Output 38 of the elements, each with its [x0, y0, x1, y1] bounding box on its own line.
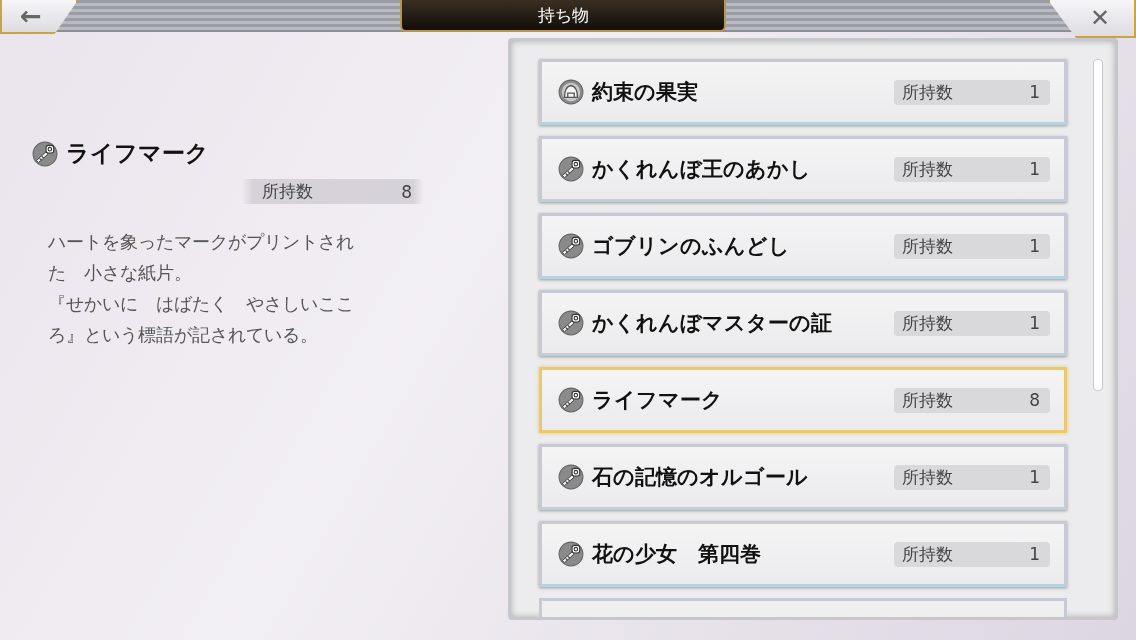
back-button[interactable]: ←: [0, 0, 78, 34]
count-value: 1: [1029, 467, 1040, 487]
count-label: 所持数: [902, 542, 953, 566]
count-value: 8: [401, 181, 412, 202]
count-value: 1: [1029, 544, 1040, 564]
count-label: 所持数: [262, 180, 313, 203]
key-icon: [32, 140, 58, 167]
count-label: 所持数: [902, 157, 953, 181]
key-icon: [558, 464, 584, 490]
item-description: 『せかいに はばたく やさしいこころ』という標語が記されている。: [48, 292, 355, 347]
count-value: 1: [1029, 82, 1040, 102]
count-value: 8: [1029, 390, 1040, 410]
count-value: 1: [1029, 159, 1040, 179]
key-icon: [558, 233, 584, 259]
item-row[interactable]: ゴブリンのふんどし 所持数 1: [539, 213, 1067, 279]
item-row[interactable]: 石の記憶のオルゴール 所持数 1: [539, 444, 1067, 510]
item-row[interactable]: ライフマーク 所持数 8: [539, 367, 1067, 433]
count-value: 1: [1029, 236, 1040, 256]
item-row[interactable]: 約束の果実 所持数 1: [539, 59, 1067, 125]
key-icon: [558, 156, 584, 182]
key-icon: [558, 541, 584, 567]
rice-ball-icon: [558, 79, 584, 105]
close-button[interactable]: ✕: [1048, 0, 1136, 38]
key-icon: [558, 387, 584, 413]
item-row[interactable]: 花の少女 第四巻 所持数 1: [539, 521, 1067, 587]
item-row[interactable]: かくれんぼマスターの証 所持数 1: [539, 290, 1067, 356]
scrollbar[interactable]: [1093, 59, 1103, 391]
count-label: 所持数: [902, 234, 953, 258]
count-label: 所持数: [902, 465, 953, 489]
item-row[interactable]: かくれんぼ王のあかし 所持数 1: [539, 136, 1067, 202]
count-label: 所持数: [902, 311, 953, 335]
count-value: 1: [1029, 313, 1040, 333]
count-label: 所持数: [902, 388, 953, 412]
item-name: ライフマーク: [66, 138, 209, 168]
screen-title: 持ち物: [400, 0, 726, 32]
key-icon: [558, 310, 584, 336]
item-description: ハートを象ったマークがプリントされた 小さな紙片。: [48, 230, 355, 285]
count-label: 所持数: [902, 80, 953, 104]
